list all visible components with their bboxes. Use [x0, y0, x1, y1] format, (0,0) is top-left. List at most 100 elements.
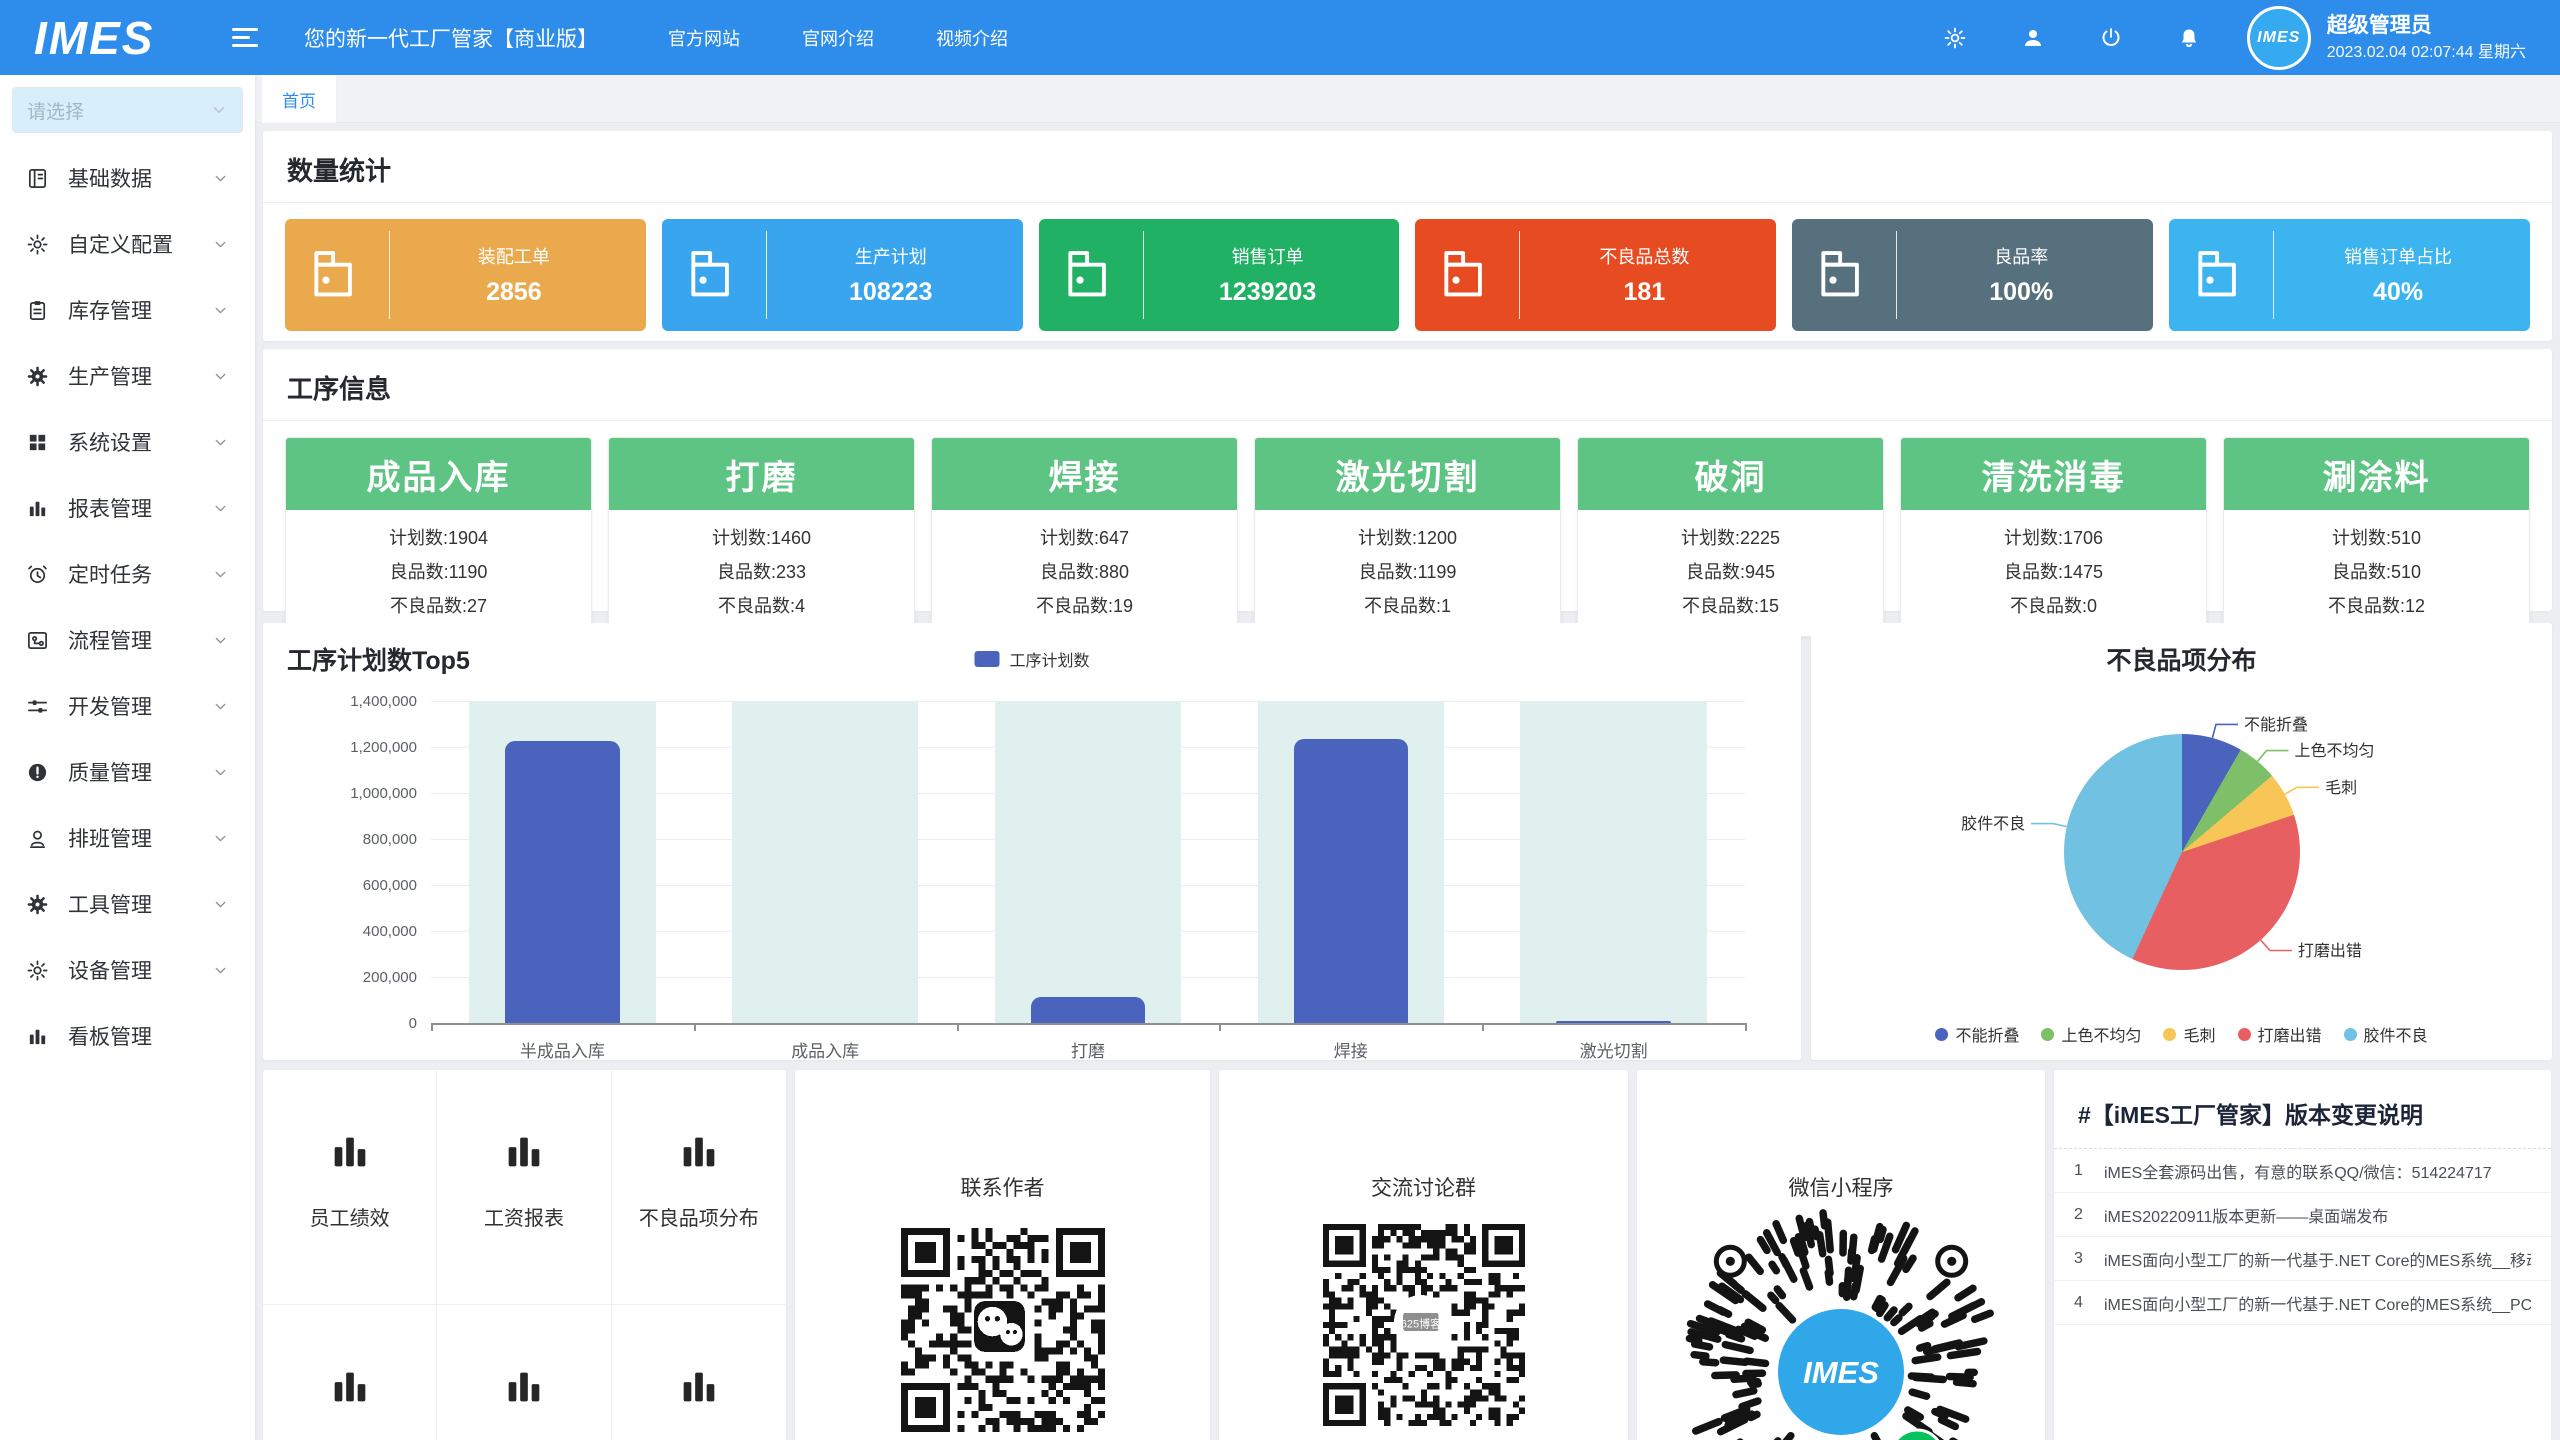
power-icon[interactable]: [2099, 26, 2123, 50]
report-grid: 员工绩效工资报表不良品项分布不良品项汇总生产报表产量统计: [263, 1070, 786, 1440]
process-name: 焊接: [932, 438, 1237, 510]
process-good: 良品数:945: [1578, 555, 1883, 589]
tab-bar: 首页: [255, 75, 2560, 123]
chevron-down-icon: [212, 236, 229, 253]
discussion-group-panel: 交流讨论群 625博客 群名称:625博客 群 号:200884004: [1219, 1070, 1628, 1440]
pie-chart-title: 不良品项分布: [1811, 641, 2552, 677]
tab-home[interactable]: 首页: [262, 75, 337, 123]
process-plan: 计划数:647: [932, 521, 1237, 555]
pie-legend-item-打磨出错[interactable]: 打磨出错: [2238, 1022, 2322, 1046]
sidebar-item-看板管理[interactable]: 看板管理: [0, 1003, 255, 1069]
process-name: 激光切割: [1255, 438, 1560, 510]
bar-chart-icon: [327, 1363, 373, 1415]
process-plan: 计划数:1200: [1255, 521, 1560, 555]
stat-value: 40%: [2274, 278, 2522, 307]
sidebar-item-质量管理[interactable]: 质量管理: [0, 739, 255, 805]
pie-label-胶件不良: 胶件不良: [1961, 815, 2025, 833]
pie-legend-item-上色不均匀[interactable]: 上色不均匀: [2041, 1022, 2141, 1046]
sidebar-item-基础数据[interactable]: 基础数据: [0, 145, 255, 211]
changelog-item-2[interactable]: 2iMES20220911版本更新——桌面端发布: [2054, 1193, 2551, 1237]
stat-card-装配工单: 装配工单 2856: [285, 219, 646, 331]
sidebar-item-工具管理[interactable]: 工具管理: [0, 871, 255, 937]
process-card-破洞: 破洞计划数:2225良品数:945不良品数:15: [1577, 437, 1884, 637]
bar-chart-icon: [676, 1363, 722, 1415]
report-link-员工绩效[interactable]: 员工绩效: [263, 1070, 437, 1305]
folder-icon: [1415, 244, 1519, 306]
pie-legend-item-不能折叠[interactable]: 不能折叠: [1935, 1022, 2019, 1046]
process-plan: 计划数:1904: [286, 521, 591, 555]
process-bad: 不良品数:15: [1578, 589, 1883, 623]
sidebar: 请选择 基础数据自定义配置库存管理生产管理系统设置报表管理定时任务流程管理开发管…: [0, 75, 255, 1440]
sidebar-item-label: 工具管理: [68, 889, 212, 919]
pie-legend-item-胶件不良[interactable]: 胶件不良: [2344, 1022, 2428, 1046]
y-axis-label: 800,000: [287, 832, 417, 847]
sidebar-item-label: 生产管理: [68, 361, 212, 391]
nav-link-官网介绍[interactable]: 官网介绍: [802, 25, 874, 51]
process-bad: 不良品数:27: [286, 589, 591, 623]
person-icon: [26, 827, 49, 850]
x-axis-label: 成品入库: [694, 1037, 957, 1062]
stat-label: 装配工单: [390, 243, 638, 269]
process-good: 良品数:233: [609, 555, 914, 589]
folder-icon: [1792, 244, 1896, 306]
chevron-down-icon: [212, 764, 229, 781]
avatar[interactable]: IMES: [2247, 6, 2311, 70]
nav-link-视频介绍[interactable]: 视频介绍: [936, 25, 1008, 51]
group-title: 交流讨论群: [1219, 1070, 1628, 1202]
sidebar-item-label: 报表管理: [68, 493, 212, 523]
bar-chart-panel: 工序计划数Top5 工序计划数 0200,000400,000600,00080…: [263, 623, 1801, 1060]
sidebar-filter-select[interactable]: 请选择: [12, 87, 243, 133]
gear-icon[interactable]: [1943, 26, 1967, 50]
sidebar-item-定时任务[interactable]: 定时任务: [0, 541, 255, 607]
report-link-工资报表[interactable]: 工资报表: [437, 1070, 611, 1305]
sidebar-item-设备管理[interactable]: 设备管理: [0, 937, 255, 1003]
report-link-产量统计[interactable]: 产量统计: [612, 1305, 786, 1440]
pie-label-毛刺: 毛刺: [2325, 779, 2357, 797]
nav-link-官方网站[interactable]: 官方网站: [668, 25, 740, 51]
sliders-icon: [26, 695, 49, 718]
sidebar-item-排班管理[interactable]: 排班管理: [0, 805, 255, 871]
select-placeholder: 请选择: [27, 97, 84, 124]
contact-title: 联系作者: [795, 1070, 1210, 1202]
stat-label: 不良品总数: [1520, 243, 1768, 269]
bar-chart-legend[interactable]: 工序计划数: [974, 647, 1089, 671]
process-name: 涮涂料: [2224, 438, 2529, 510]
changelog-item-4[interactable]: 4iMES面向小型工厂的新一代基于.NET Core的MES系统__PC端: [2054, 1281, 2551, 1325]
header-actions: IMES 超级管理员 2023.02.04 02:07:44 星期六: [1889, 6, 2526, 70]
chevron-down-icon: [212, 434, 229, 451]
chevron-down-icon: [212, 830, 229, 847]
x-axis-label: 打磨: [957, 1037, 1220, 1062]
bar-chart-title: 工序计划数Top5: [287, 641, 470, 677]
sidebar-item-系统设置[interactable]: 系统设置: [0, 409, 255, 475]
group-qr-code: 625博客: [1323, 1224, 1525, 1426]
flow-icon: [26, 629, 49, 652]
report-link-不良品项分布[interactable]: 不良品项分布: [612, 1070, 786, 1305]
report-link-不良品项汇总[interactable]: 不良品项汇总: [263, 1305, 437, 1440]
chevron-down-icon: [212, 302, 229, 319]
process-bad: 不良品数:4: [609, 589, 914, 623]
menu-toggle-icon[interactable]: [232, 28, 258, 47]
stat-card-销售订单占比: 销售订单占比40%: [2169, 219, 2530, 331]
sidebar-item-label: 系统设置: [68, 427, 212, 457]
x-axis-label: 焊接: [1219, 1037, 1482, 1062]
sidebar-item-报表管理[interactable]: 报表管理: [0, 475, 255, 541]
chevron-down-icon: [212, 170, 229, 187]
sidebar-item-自定义配置[interactable]: 自定义配置: [0, 211, 255, 277]
stat-value: 2856: [390, 278, 638, 307]
chevron-down-icon: [212, 632, 229, 649]
y-axis-label: 1,400,000: [287, 694, 417, 709]
sidebar-item-生产管理[interactable]: 生产管理: [0, 343, 255, 409]
pie-legend-item-毛刺[interactable]: 毛刺: [2163, 1022, 2215, 1046]
changelog-item-3[interactable]: 3iMES面向小型工厂的新一代基于.NET Core的MES系统__移动端: [2054, 1237, 2551, 1281]
pie-legend: 不能折叠上色不均匀毛刺打磨出错胶件不良: [1811, 1022, 2552, 1046]
chevron-down-icon: [212, 500, 229, 517]
sidebar-item-开发管理[interactable]: 开发管理: [0, 673, 255, 739]
bell-icon[interactable]: [2177, 26, 2201, 50]
changelog-item-1[interactable]: 1iMES全套源码出售，有意的联系QQ/微信：514224717: [2054, 1149, 2551, 1193]
report-link-生产报表[interactable]: 生产报表: [437, 1305, 611, 1440]
process-plan: 计划数:1460: [609, 521, 914, 555]
sidebar-item-流程管理[interactable]: 流程管理: [0, 607, 255, 673]
user-icon[interactable]: [2021, 26, 2045, 50]
sidebar-item-库存管理[interactable]: 库存管理: [0, 277, 255, 343]
process-good: 良品数:1199: [1255, 555, 1560, 589]
